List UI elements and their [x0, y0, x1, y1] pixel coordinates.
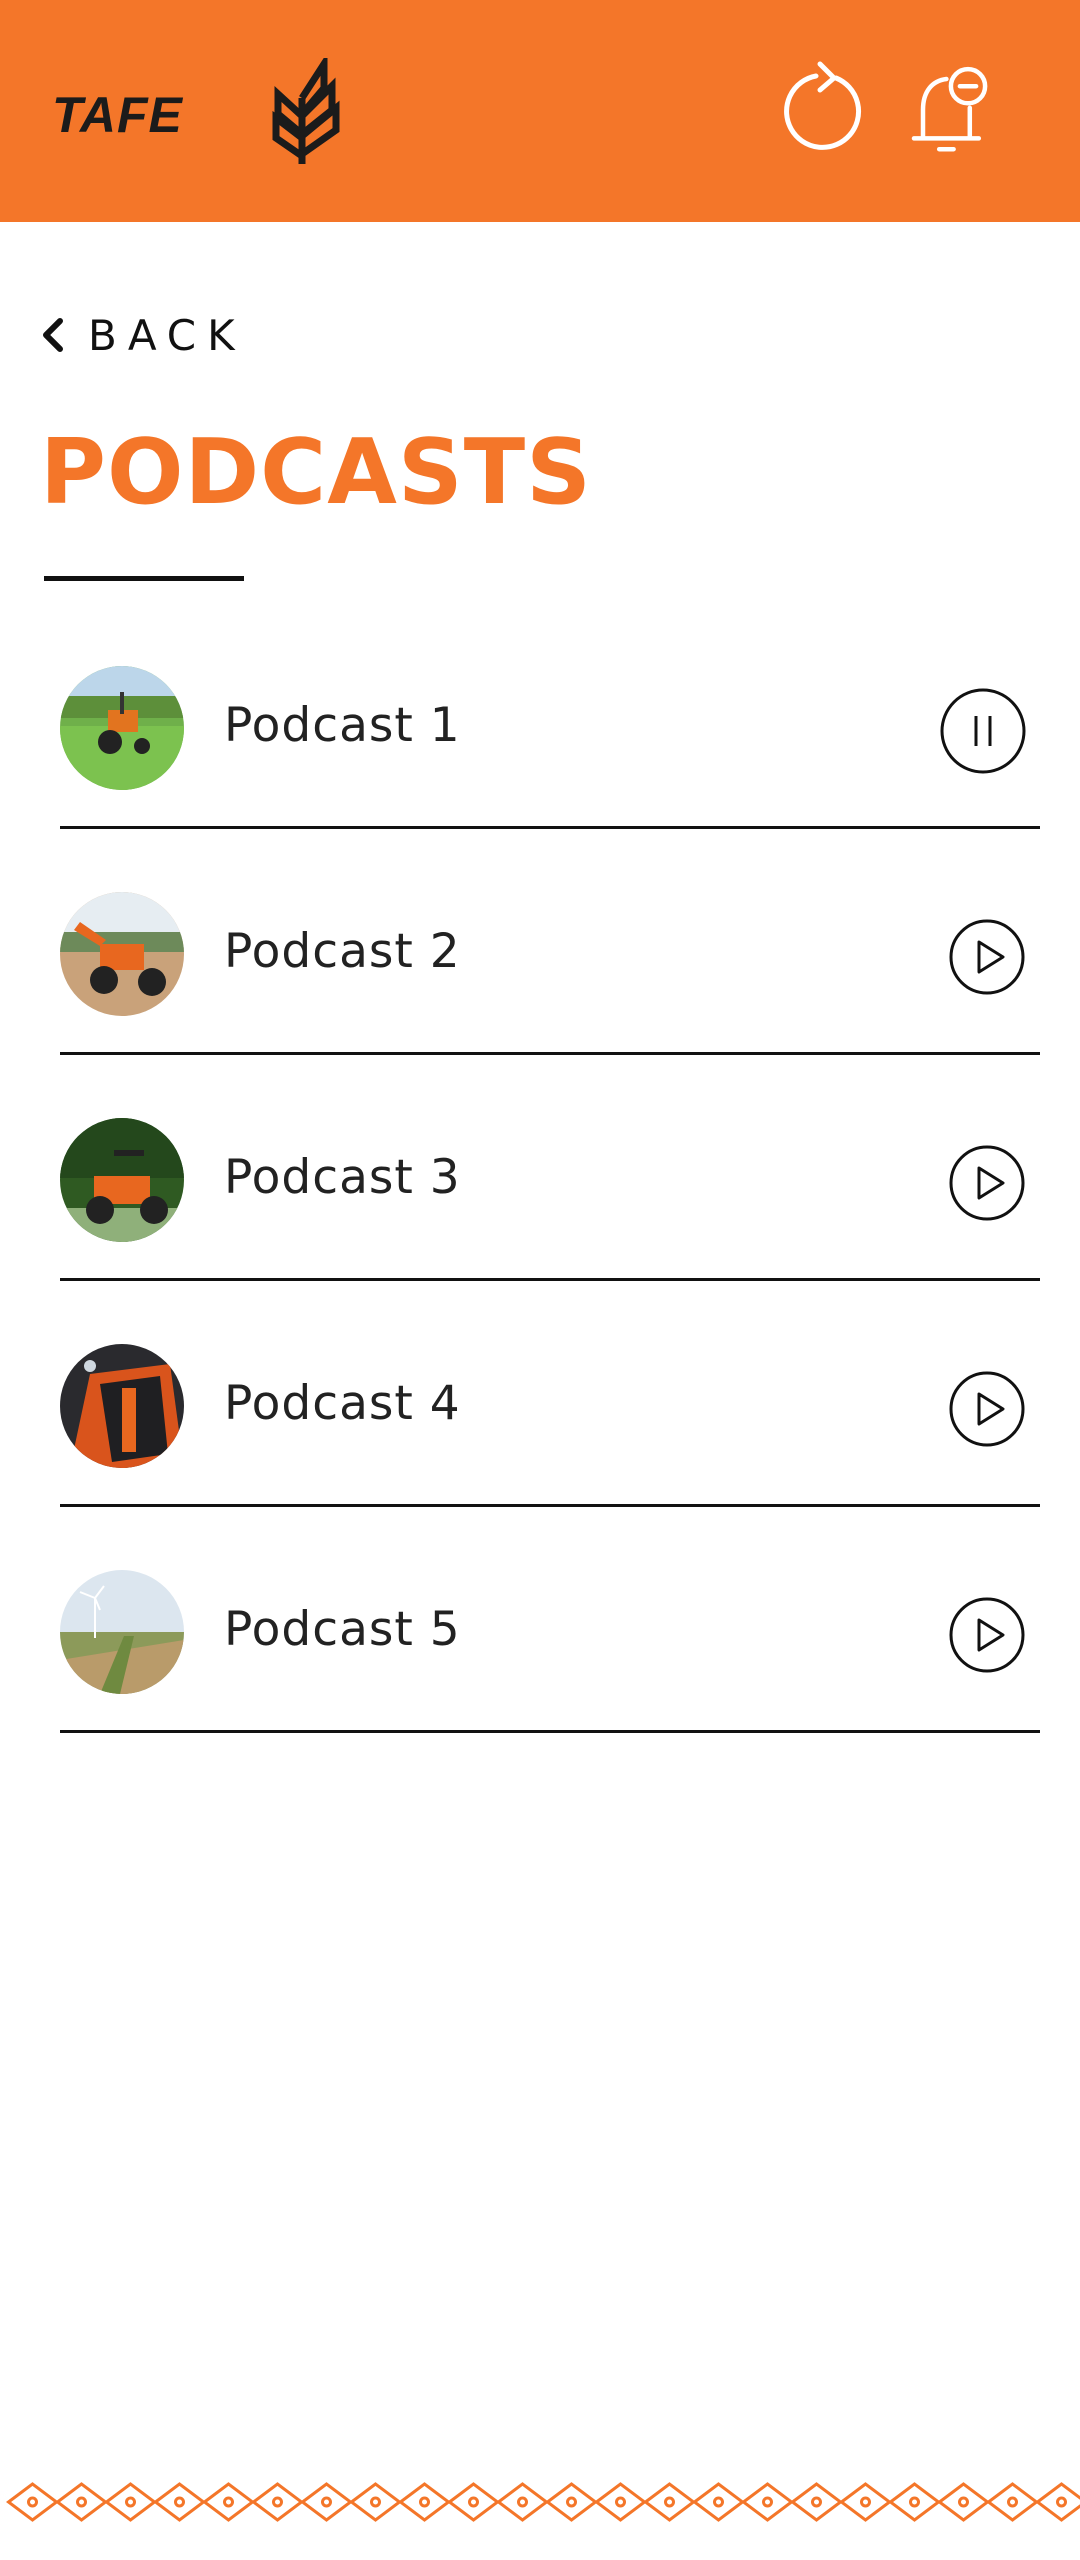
wheat-icon [272, 58, 340, 164]
divider [60, 1052, 1040, 1055]
app-header: TAFE [0, 0, 1080, 222]
podcast-item[interactable]: Podcast 5 [0, 1554, 1080, 1780]
podcast-thumbnail [60, 892, 184, 1016]
bell-minus-icon[interactable] [905, 56, 995, 156]
podcast-title: Podcast 4 [224, 1376, 461, 1431]
back-label: BACK [88, 310, 246, 360]
podcast-title: Podcast 3 [224, 1150, 461, 1205]
podcast-title: Podcast 5 [224, 1602, 461, 1657]
chevron-left-icon [43, 318, 63, 352]
podcast-item[interactable]: Podcast 4 [0, 1328, 1080, 1554]
divider [60, 826, 1040, 829]
podcast-thumbnail [60, 666, 184, 790]
play-icon[interactable] [948, 1370, 1026, 1448]
podcast-item[interactable]: Podcast 1 [0, 650, 1080, 876]
tafe-logo[interactable]: TAFE [52, 58, 352, 168]
divider [60, 1730, 1040, 1733]
divider [60, 1278, 1040, 1281]
pause-icon[interactable] [938, 686, 1028, 776]
play-icon[interactable] [948, 1596, 1026, 1674]
logo-text: TAFE [52, 87, 183, 143]
play-icon[interactable] [948, 918, 1026, 996]
podcast-thumbnail [60, 1570, 184, 1694]
back-button[interactable]: BACK [40, 300, 246, 370]
diamond-chain-pattern [6, 2482, 1080, 2522]
podcast-thumbnail [60, 1344, 184, 1468]
play-icon[interactable] [948, 1144, 1026, 1222]
podcast-thumbnail [60, 1118, 184, 1242]
refresh-icon[interactable] [780, 58, 870, 158]
podcast-title: Podcast 1 [224, 698, 461, 753]
title-underline [44, 576, 244, 581]
divider [60, 1504, 1040, 1507]
page-title: PODCASTS [40, 420, 592, 525]
podcast-item[interactable]: Podcast 2 [0, 876, 1080, 1102]
podcast-item[interactable]: Podcast 3 [0, 1102, 1080, 1328]
podcast-title: Podcast 2 [224, 924, 461, 979]
